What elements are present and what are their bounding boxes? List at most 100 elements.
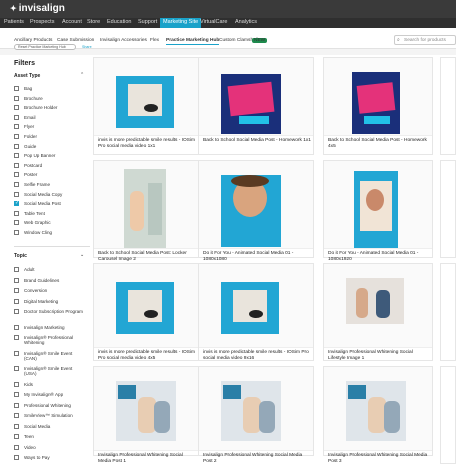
product-card[interactable]: Back to School Social Media Post: Locker… [93, 160, 199, 262]
tab-practice-marketing-hub[interactable]: Practice Marketing Hub [166, 38, 220, 45]
topic-heading[interactable]: Topic [14, 253, 27, 259]
filter-option-label[interactable]: Conversion [24, 288, 86, 293]
product-card-partial[interactable] [440, 57, 456, 155]
asset-type-heading[interactable]: Asset Type [14, 73, 40, 79]
product-card-partial[interactable] [440, 263, 456, 361]
filter-checkbox[interactable] [14, 172, 19, 178]
product-thumbnail[interactable] [94, 367, 198, 451]
filter-option-label[interactable]: Invisalign Marketing [24, 325, 86, 330]
filter-checkbox[interactable] [14, 153, 19, 159]
product-thumbnail[interactable] [94, 264, 198, 348]
product-title[interactable]: Back to School Social Media Post: Locker… [98, 251, 196, 263]
product-title[interactable]: invis is more predictable smile results … [98, 350, 196, 362]
filter-checkbox[interactable] [14, 162, 19, 168]
filter-checkbox[interactable] [14, 381, 19, 387]
filter-option-label[interactable]: Postcard [24, 163, 86, 168]
product-title[interactable]: Do it For You - Animated Social Media 01… [328, 251, 430, 263]
nav-analytics[interactable]: Analytics [235, 19, 257, 25]
product-title[interactable]: Invisalign Professional Whitening Social… [328, 350, 430, 362]
search-input[interactable]: ⌕ Search for products [394, 35, 456, 45]
filter-checkbox[interactable] [14, 392, 19, 397]
filter-option-label[interactable]: Brochure Holder [24, 105, 86, 110]
nav-patients[interactable]: Patients [4, 19, 24, 25]
filter-checkbox[interactable] [14, 210, 19, 216]
filter-option-label[interactable]: Social Media Post [24, 201, 86, 206]
filter-checkbox[interactable] [14, 298, 19, 304]
filter-option-label[interactable]: Poster [24, 172, 86, 177]
filter-checkbox[interactable] [14, 413, 19, 418]
product-thumbnail[interactable] [199, 264, 313, 348]
product-card[interactable]: Back to School Social Media Post - Homew… [198, 57, 314, 155]
invisalign-logo[interactable]: ✦ invisalign [10, 3, 65, 14]
product-thumbnail[interactable] [199, 161, 313, 249]
filter-checkbox[interactable] [14, 277, 19, 283]
tab-ancillary-products[interactable]: Ancillary Products [14, 38, 52, 43]
filter-checkbox[interactable] [14, 366, 19, 371]
product-thumbnail[interactable] [94, 161, 198, 249]
filter-checkbox[interactable] [14, 191, 19, 197]
product-title[interactable]: Invisalign Professional Whitening Social… [203, 453, 311, 465]
product-title[interactable]: Back to School Social Media Post - Homew… [203, 138, 311, 144]
filter-option-label[interactable]: Pop Up Banner [24, 153, 86, 158]
filter-option-label[interactable]: Digital Marketing [24, 299, 86, 304]
product-thumbnail[interactable] [199, 58, 313, 136]
product-card[interactable]: Back to School Social Media Post - Homew… [323, 57, 433, 155]
filter-checkbox[interactable] [14, 335, 19, 340]
chevron-down-icon[interactable]: ⌄ [80, 252, 84, 258]
product-card[interactable]: Invisalign Professional Whitening Social… [323, 263, 433, 361]
product-card[interactable]: Invisalign Professional Whitening Social… [198, 366, 314, 464]
nav-account[interactable]: Account [62, 19, 82, 25]
product-title[interactable]: Back to School Social Media Post - Homew… [328, 138, 430, 150]
nav-marketing-site[interactable]: Marketing Site [160, 18, 202, 28]
filter-checkbox[interactable] [14, 95, 19, 101]
filter-checkbox[interactable] [14, 434, 19, 439]
nav-store[interactable]: Store [87, 19, 100, 25]
product-card-partial[interactable] [440, 366, 456, 464]
filter-checkbox[interactable] [14, 200, 19, 207]
product-card[interactable]: invis is more predictable smile results … [198, 263, 314, 361]
filter-option-label[interactable]: Table Tent [24, 211, 86, 216]
product-card-partial[interactable] [440, 160, 456, 258]
filter-checkbox[interactable] [14, 220, 19, 226]
product-thumbnail[interactable] [94, 58, 198, 136]
tab-invisalign-accessories[interactable]: Invisalign Accessories [100, 38, 147, 43]
filter-option-label[interactable]: Video [24, 445, 86, 450]
product-thumbnail[interactable] [324, 161, 432, 249]
filter-option-label[interactable]: Brochure [24, 96, 86, 101]
filter-checkbox[interactable] [14, 288, 19, 293]
filter-option-label[interactable]: Adult [24, 267, 86, 272]
share-link[interactable]: Share [82, 45, 92, 49]
filter-option-label[interactable]: SmileView™ Simulation [24, 413, 86, 418]
filter-checkbox[interactable] [14, 230, 19, 235]
product-card[interactable]: invis is more predictable smile results … [93, 263, 199, 361]
filter-option-label[interactable]: Invisalign® Smile Event (CAN) [24, 351, 86, 361]
filter-checkbox[interactable] [14, 402, 19, 408]
filter-checkbox[interactable] [14, 324, 19, 330]
filter-checkbox[interactable] [14, 114, 19, 120]
filter-option-label[interactable]: Social Media Copy [24, 192, 86, 197]
filter-option-label[interactable]: Invisalign® Professional Whitening [24, 335, 86, 345]
filter-option-label[interactable]: Doctor Subscription Program [24, 309, 86, 314]
product-title[interactable]: Invisalign Professional Whitening Social… [98, 453, 196, 465]
product-thumbnail[interactable] [324, 367, 432, 451]
filter-checkbox[interactable] [14, 105, 19, 111]
filter-checkbox[interactable] [14, 86, 19, 91]
filter-checkbox[interactable] [14, 267, 19, 272]
chevron-up-icon[interactable]: ⌃ [80, 72, 84, 78]
product-title[interactable]: Invisalign Professional Whitening Social… [328, 453, 430, 465]
filter-option-label[interactable]: My Invisalign® App [24, 392, 86, 397]
filter-option-label[interactable]: Email [24, 115, 86, 120]
product-card[interactable]: invis is more predictable smile results … [93, 57, 199, 155]
filter-option-label[interactable]: Brand Guidelines [24, 278, 86, 283]
product-card[interactable]: Do it For You - Animated Social Media 01… [323, 160, 433, 262]
filter-checkbox[interactable] [14, 444, 19, 450]
filter-option-label[interactable]: Web Graphic [24, 220, 86, 225]
reset-filter-pill[interactable]: Reset Practice Marketing Hub [14, 44, 76, 50]
nav-virtualcare[interactable]: VirtualCare [200, 19, 227, 25]
filter-option-label[interactable]: Window Cling [24, 230, 86, 235]
tab-case-submission[interactable]: Case Submission [57, 38, 94, 43]
filter-checkbox[interactable] [14, 350, 19, 356]
filter-checkbox[interactable] [14, 423, 19, 429]
filter-checkbox[interactable] [14, 134, 19, 139]
filter-option-label[interactable]: Invisalign® Smile Event (USA) [24, 366, 86, 376]
